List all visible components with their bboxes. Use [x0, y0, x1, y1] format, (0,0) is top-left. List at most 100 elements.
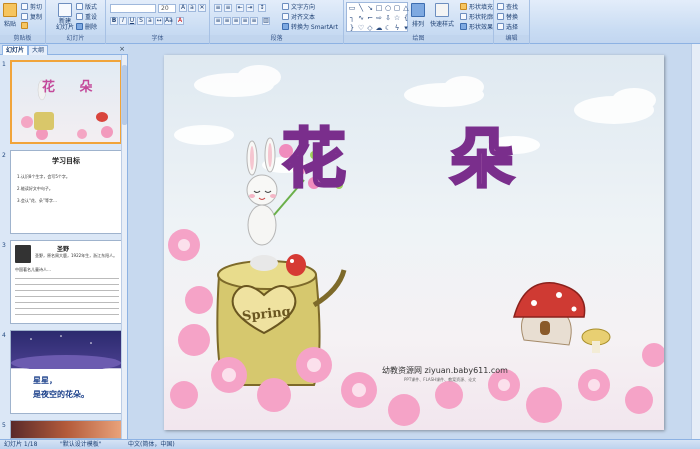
panel-tabs: 幻灯片 大纲 × [0, 44, 128, 55]
align-center-button[interactable]: ≡ [223, 17, 231, 25]
slide-thumb-3[interactable]: 圣野 圣野，原名周大鹿，1922年生，浙江东阳人。 中国著名儿童诗人… [10, 240, 122, 324]
elbow-shape-icon[interactable]: ⌐ [366, 14, 374, 23]
effects-icon [460, 23, 467, 30]
slides-panel: 幻灯片 大纲 × 1 花 朵 2 学习目标 1.认识8个生字，会写5个字。 2.… [0, 44, 128, 439]
format-painter-button[interactable] [21, 22, 28, 29]
bracket-shape-icon[interactable]: } [348, 24, 356, 33]
slide-thumb-4[interactable]: 星星， 是夜空的花朵。 [10, 330, 122, 414]
arrow-right-shape-icon[interactable]: ⇨ [375, 14, 383, 23]
editing-group-label: 编辑 [494, 35, 529, 43]
strike-button[interactable]: S [137, 17, 145, 25]
paragraph-group-label: 段落 [210, 35, 343, 43]
shape-outline-button[interactable]: 形状轮廓 [460, 12, 493, 21]
title-char-1[interactable]: 花 [281, 124, 348, 197]
slides-group: 新建 幻灯片 版式 重设 删除 幻灯片 [46, 0, 106, 44]
line-spacing-button[interactable]: ↕ [258, 4, 266, 12]
select-button[interactable]: 选择 [497, 22, 518, 31]
rect-shape-icon[interactable]: □ [375, 4, 383, 13]
case-button[interactable]: Aa [164, 17, 173, 25]
line-shape-icon[interactable]: ╲ [357, 4, 365, 13]
delete-slide-button[interactable]: 删除 [76, 22, 97, 31]
distribute-button[interactable]: ≡ [250, 17, 258, 25]
find-button[interactable]: 查找 [497, 2, 518, 11]
night-sky-image [11, 335, 121, 371]
watermark-subtext: PPT课件、FLASH课件、教案资源、论文 [404, 377, 477, 382]
layout-button[interactable]: 版式 [76, 2, 97, 11]
textbox-shape-icon[interactable]: ▭ [348, 4, 356, 13]
tab-outline[interactable]: 大纲 [28, 45, 49, 55]
grow-font-button[interactable]: A [179, 4, 187, 12]
align-text-button[interactable]: 对齐文本 [282, 12, 315, 21]
paste-button[interactable]: 粘贴 [3, 3, 17, 28]
numbering-button[interactable]: ≡ [224, 4, 232, 12]
shapes-gallery[interactable]: ▭ ╲ ↘ □ ○ ▢ △ ┐ ∿ ⌐ ⇨ ⇩ ☆ { } ♡ ◇ ☁ ☾ ϟ … [346, 2, 410, 33]
align-left-button[interactable]: ≡ [214, 17, 222, 25]
shape-effects-button[interactable]: 形状效果 [460, 22, 493, 31]
font-name-select[interactable] [110, 4, 156, 13]
curve-shape-icon[interactable]: ∿ [357, 14, 365, 23]
ribbon: 粘贴 剪切 复制 剪贴板 新建 幻灯片 版式 重设 删除 幻灯片 20 A a … [0, 0, 700, 44]
clear-format-button[interactable]: ✕ [198, 4, 206, 12]
text-direction-icon [282, 3, 289, 10]
italic-button[interactable]: I [119, 17, 127, 25]
spacing-button[interactable]: ↔ [155, 17, 163, 25]
replace-button[interactable]: 替换 [497, 12, 518, 21]
bullets-button[interactable]: ≡ [214, 4, 222, 12]
quick-styles-button[interactable]: 快速样式 [430, 3, 454, 28]
triangle-shape-icon[interactable]: △ [402, 4, 410, 13]
shape-fill-button[interactable]: 形状填充 [460, 2, 493, 11]
thumb-number: 1 [2, 61, 6, 68]
clipboard-group-label: 剪贴板 [0, 35, 45, 43]
underline-button[interactable]: U [128, 17, 136, 25]
font-color-button[interactable]: A [176, 17, 184, 25]
slide-thumb-2[interactable]: 学习目标 1.认识8个生字，会写5个字。 2.能读好文中句子。 3.会认“花、朵… [10, 150, 122, 234]
panel-scroll-thumb[interactable] [122, 65, 127, 125]
text-direction-button[interactable]: 文字方向 [282, 2, 315, 11]
thumb-3-line: 圣野，原名周大鹿，1922年生，浙江东阳人。 [35, 253, 118, 258]
arrow-down-shape-icon[interactable]: ⇩ [384, 14, 392, 23]
panel-scrollbar[interactable] [121, 55, 127, 439]
arrow-shape-icon[interactable]: ↘ [366, 4, 374, 13]
slide-thumb-1[interactable]: 花 朵 [10, 60, 122, 144]
reset-button[interactable]: 重设 [76, 12, 97, 21]
current-slide[interactable]: 花 朵 Spring 幼教资源网 ziyuan.baby611.com PPT课… [164, 55, 664, 430]
align-right-button[interactable]: ≡ [232, 17, 240, 25]
thumb-3-text-block [15, 275, 119, 319]
reset-icon [76, 13, 83, 20]
editor-scrollbar[interactable] [691, 44, 700, 439]
close-icon[interactable]: × [119, 45, 125, 53]
lightning-shape-icon[interactable]: ϟ [393, 24, 401, 33]
cut-button[interactable]: 剪切 [21, 2, 42, 11]
columns-button[interactable]: ▥ [262, 17, 270, 25]
arrange-icon [411, 3, 425, 17]
thumb-1-title: 花 朵 [42, 80, 103, 95]
copy-button[interactable]: 复制 [21, 12, 42, 21]
rounded-rect-shape-icon[interactable]: ▢ [393, 4, 401, 13]
moon-shape-icon[interactable]: ☾ [384, 24, 392, 33]
new-slide-button[interactable]: 新建 幻灯片 [56, 3, 74, 31]
callout-shape-icon[interactable]: ◇ [366, 24, 374, 33]
arrange-button[interactable]: 排列 [411, 3, 425, 28]
oval-shape-icon[interactable]: ○ [384, 4, 392, 13]
brace-shape-icon[interactable]: { [402, 14, 410, 23]
heart-shape-icon[interactable]: ♡ [357, 24, 365, 33]
layout-icon [76, 3, 83, 10]
font-size-select[interactable]: 20 [158, 4, 176, 13]
slides-group-label: 幻灯片 [46, 35, 105, 43]
new-slide-icon [58, 3, 72, 17]
title-char-2[interactable]: 朵 [449, 124, 516, 197]
increase-indent-button[interactable]: ⇥ [246, 4, 254, 12]
smartart-button[interactable]: 转换为 SmartArt [282, 22, 338, 31]
cloud-shape-icon[interactable]: ☁ [375, 24, 383, 33]
shadow-button[interactable]: a [146, 17, 154, 25]
more-shapes-icon[interactable]: ▾ [402, 24, 410, 33]
shrink-font-button[interactable]: a [188, 4, 196, 12]
justify-button[interactable]: ≡ [241, 17, 249, 25]
decrease-indent-button[interactable]: ⇤ [236, 4, 244, 12]
connector-shape-icon[interactable]: ┐ [348, 14, 356, 23]
slide-thumb-5[interactable] [10, 420, 122, 439]
bold-button[interactable]: B [110, 17, 118, 25]
status-bar: 幻灯片 1/18 "默认设计模板" 中文(简体，中国) [0, 439, 700, 449]
star-shape-icon[interactable]: ☆ [393, 14, 401, 23]
tab-slides[interactable]: 幻灯片 [2, 45, 29, 55]
